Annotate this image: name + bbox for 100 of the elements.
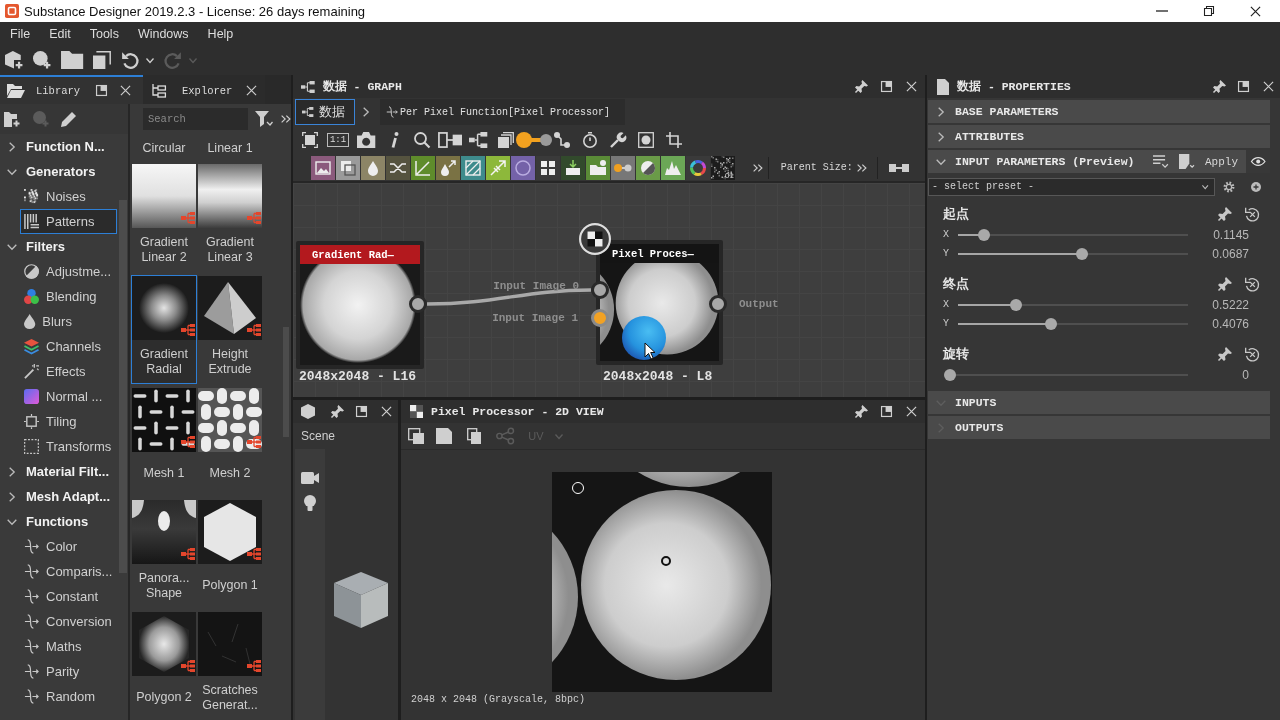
video-camera-icon[interactable] (301, 472, 319, 484)
library-node[interactable]: Panora... Shape (131, 499, 197, 608)
connector-icon[interactable] (611, 155, 635, 180)
search-icon[interactable] (414, 132, 430, 148)
filter-icon[interactable] (255, 111, 273, 127)
library-node[interactable]: Mesh 1 (131, 387, 197, 496)
tree-item[interactable]: Blurs (20, 309, 117, 334)
undo-icon[interactable] (121, 51, 140, 69)
scene-tab[interactable]: Scene (301, 429, 336, 443)
grid-icon[interactable] (536, 155, 560, 180)
wrench-icon[interactable] (610, 132, 626, 148)
pin-icon[interactable] (1218, 347, 1232, 361)
panel-tab[interactable]: Library (0, 75, 143, 104)
folder-plus-icon[interactable] (4, 111, 20, 127)
download-icon[interactable] (561, 155, 585, 180)
library-node[interactable]: Gradient Linear 3 (197, 163, 263, 272)
connector-icon[interactable] (516, 132, 552, 148)
float-icon[interactable] (96, 85, 107, 96)
reset-icon[interactable] (1245, 276, 1260, 292)
path-node-icon[interactable] (554, 132, 570, 148)
plus-icon[interactable] (1251, 181, 1261, 192)
pencil-icon[interactable] (61, 111, 77, 127)
actual-size-button[interactable]: 1:1 (326, 133, 350, 147)
preset-dropdown[interactable]: - select preset - (928, 177, 1215, 196)
pin-icon[interactable] (855, 80, 868, 93)
tree-item[interactable]: Comparis... (20, 559, 117, 584)
tree-item[interactable]: Conversion (20, 609, 117, 634)
reset-icon[interactable] (1245, 206, 1260, 222)
tree-item[interactable]: Channels (20, 334, 117, 359)
settings-icon[interactable] (1223, 180, 1235, 193)
tree-item[interactable]: Color (20, 534, 117, 559)
info-icon[interactable] (389, 132, 399, 148)
slider-thumb[interactable] (1045, 317, 1058, 330)
histogram-icon[interactable] (661, 155, 685, 180)
library-node[interactable]: Scratches Generat... (197, 611, 263, 720)
float-icon[interactable] (1238, 81, 1249, 92)
color-wheel-icon[interactable] (686, 155, 710, 180)
pin-icon[interactable] (1218, 207, 1232, 221)
tree-item[interactable]: Blending (20, 284, 117, 309)
tree-item[interactable]: Parity (20, 659, 117, 684)
library-node[interactable]: Height Extrude (197, 275, 263, 384)
noise-icon[interactable] (711, 155, 735, 180)
bucket-icon[interactable] (1179, 154, 1194, 169)
library-node[interactable]: Gradient Linear 2 (131, 163, 197, 272)
floppy-icon[interactable] (436, 428, 452, 444)
search-field[interactable]: Search (143, 108, 248, 130)
folder-icon[interactable] (61, 51, 84, 69)
section-toggle[interactable]: INPUT PARAMETERS (Preview) (928, 150, 1154, 173)
frame-icon[interactable] (302, 132, 318, 148)
menu-item[interactable]: File (10, 26, 31, 41)
copy-window-icon[interactable] (408, 428, 424, 444)
tree-category[interactable]: Function N... (0, 134, 118, 159)
camera-icon[interactable] (356, 132, 376, 148)
breadcrumb-item[interactable]: 数据 (295, 99, 355, 125)
parent-size-dropdown[interactable]: Parent Size: (768, 155, 877, 180)
tree-item[interactable]: Effects (20, 359, 117, 384)
stopwatch-icon[interactable] (582, 132, 598, 148)
stack-icon[interactable] (498, 132, 514, 148)
list-icon[interactable] (1153, 155, 1168, 168)
float-icon[interactable] (881, 81, 892, 92)
light-bulb-icon[interactable] (304, 495, 316, 511)
float-icon[interactable] (356, 406, 367, 417)
cube-plus-icon[interactable] (5, 51, 23, 69)
breadcrumb-item[interactable]: Per Pixel Function[Pixel Processor] (380, 99, 625, 125)
tree-category[interactable]: Generators (0, 159, 118, 184)
section-toggle[interactable]: BASE PARAMETERS (928, 100, 1270, 123)
library-node[interactable]: Mesh 2 (197, 387, 263, 496)
tree-item[interactable]: Normal ... (20, 384, 117, 409)
globe-plus-icon[interactable] (33, 51, 51, 69)
link-node-icon[interactable] (438, 132, 462, 148)
section-toggle[interactable]: OUTPUTS (928, 416, 1270, 439)
image-icon[interactable] (311, 155, 335, 180)
tree-item[interactable]: Noises (20, 184, 117, 209)
library-node[interactable]: Polygon 1 (197, 499, 263, 608)
menu-item[interactable]: Edit (49, 26, 71, 41)
section-toggle[interactable]: INPUTS (928, 391, 1270, 414)
copy-icon[interactable] (336, 155, 360, 180)
tree-item[interactable]: Random (20, 684, 117, 709)
input-port[interactable] (591, 309, 609, 327)
pin-icon[interactable] (855, 405, 868, 418)
pin-icon[interactable] (331, 405, 344, 418)
pages-icon[interactable] (467, 428, 481, 444)
apply-button[interactable]: Apply (1205, 155, 1238, 168)
library-node[interactable]: Gradient Radial (131, 275, 197, 384)
restore-icon[interactable] (1204, 6, 1214, 16)
tree-item[interactable]: Maths (20, 634, 117, 659)
library-node[interactable]: Circular (131, 136, 197, 160)
pin-icon[interactable] (1218, 277, 1232, 291)
curve-icon[interactable] (411, 155, 435, 180)
menu-item[interactable]: Windows (137, 26, 189, 41)
tree-category[interactable]: Material Filt... (0, 459, 118, 484)
tree-item[interactable]: Adjustme... (20, 259, 117, 284)
tree-item[interactable]: Transforms (20, 434, 117, 459)
graph-canvas[interactable]: Gradient Rad— 2048x2048 - L16 Pixel Proces— 2048x2048 - L8 Input Image 0 Input Image 1 Output (293, 183, 925, 397)
tree-item[interactable]: Patterns (20, 209, 117, 234)
node-link-icon[interactable] (888, 162, 909, 173)
output-port[interactable] (709, 295, 727, 313)
tree-category[interactable]: Filters (0, 234, 118, 259)
double-chevron-icon[interactable] (753, 163, 763, 172)
menu-item[interactable]: Help (207, 26, 234, 41)
